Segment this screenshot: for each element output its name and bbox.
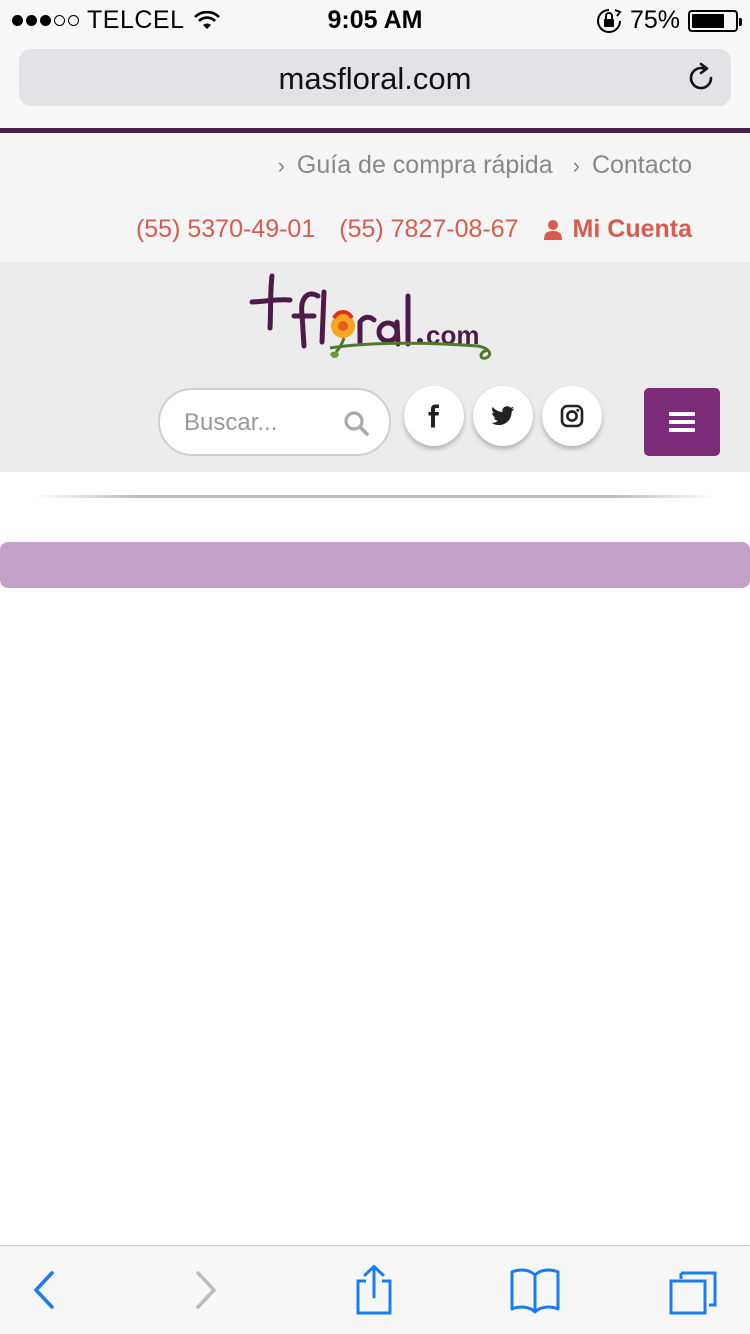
user-icon [543,219,562,240]
status-bar: TELCEL 9:05 AM 75% [0,0,750,40]
quick-buy-guide-link[interactable]: › Guía de compra rápida [278,151,553,180]
tabs-icon [669,1271,717,1315]
site-header: com [0,262,750,472]
phone-link-1[interactable]: (55) 5370-49-01 [136,215,315,244]
facebook-button[interactable] [404,386,464,446]
forward-chevron-icon [196,1271,216,1309]
address-bar[interactable]: masfloral.com [19,49,731,106]
back-button[interactable] [16,1264,72,1316]
contact-row: (55) 5370-49-01 (55) 7827-08-67 Mi Cuent… [136,215,692,244]
nav-banner-bar [0,542,750,588]
search-input[interactable] [184,406,334,440]
search-box [158,388,391,456]
hamburger-menu-icon [669,412,695,432]
url-text[interactable]: masfloral.com [19,61,731,97]
reload-icon[interactable] [685,62,717,94]
tabs-button[interactable] [665,1264,721,1316]
site-logo[interactable]: com [248,266,502,370]
menu-button[interactable] [644,388,720,456]
browser-address-area: masfloral.com [0,40,750,128]
battery-icon [688,9,742,32]
share-icon [356,1265,392,1315]
contact-label: Contacto [591,151,692,179]
quick-buy-guide-label: Guía de compra rápida [296,151,553,179]
browser-toolbar [0,1245,750,1334]
back-chevron-icon [34,1271,54,1309]
twitter-button[interactable] [473,386,533,446]
battery-percent: 75% [629,6,680,34]
search-icon[interactable] [343,410,369,436]
chevron-right-icon: › [277,152,285,178]
status-right-group: 75% [596,6,742,35]
instagram-icon [560,404,584,428]
my-account-label: Mi Cuenta [572,215,692,243]
bookmarks-book-icon [510,1268,560,1314]
share-button[interactable] [346,1264,402,1316]
phone-link-2[interactable]: (55) 7827-08-67 [339,215,518,244]
top-links-bar: › Guía de compra rápida › Contacto (55) … [0,133,750,262]
contact-link[interactable]: › Contacto [573,151,692,180]
content-divider [34,495,716,498]
instagram-button[interactable] [542,386,602,446]
rotation-lock-icon [596,8,622,33]
top-nav: › Guía de compra rápida › Contacto [278,151,692,180]
facebook-icon [428,404,439,428]
my-account-link[interactable]: Mi Cuenta [543,215,692,244]
bookmarks-button[interactable] [507,1264,563,1316]
forward-button[interactable] [178,1264,234,1316]
chevron-right-icon: › [572,152,580,178]
twitter-icon [491,406,514,426]
